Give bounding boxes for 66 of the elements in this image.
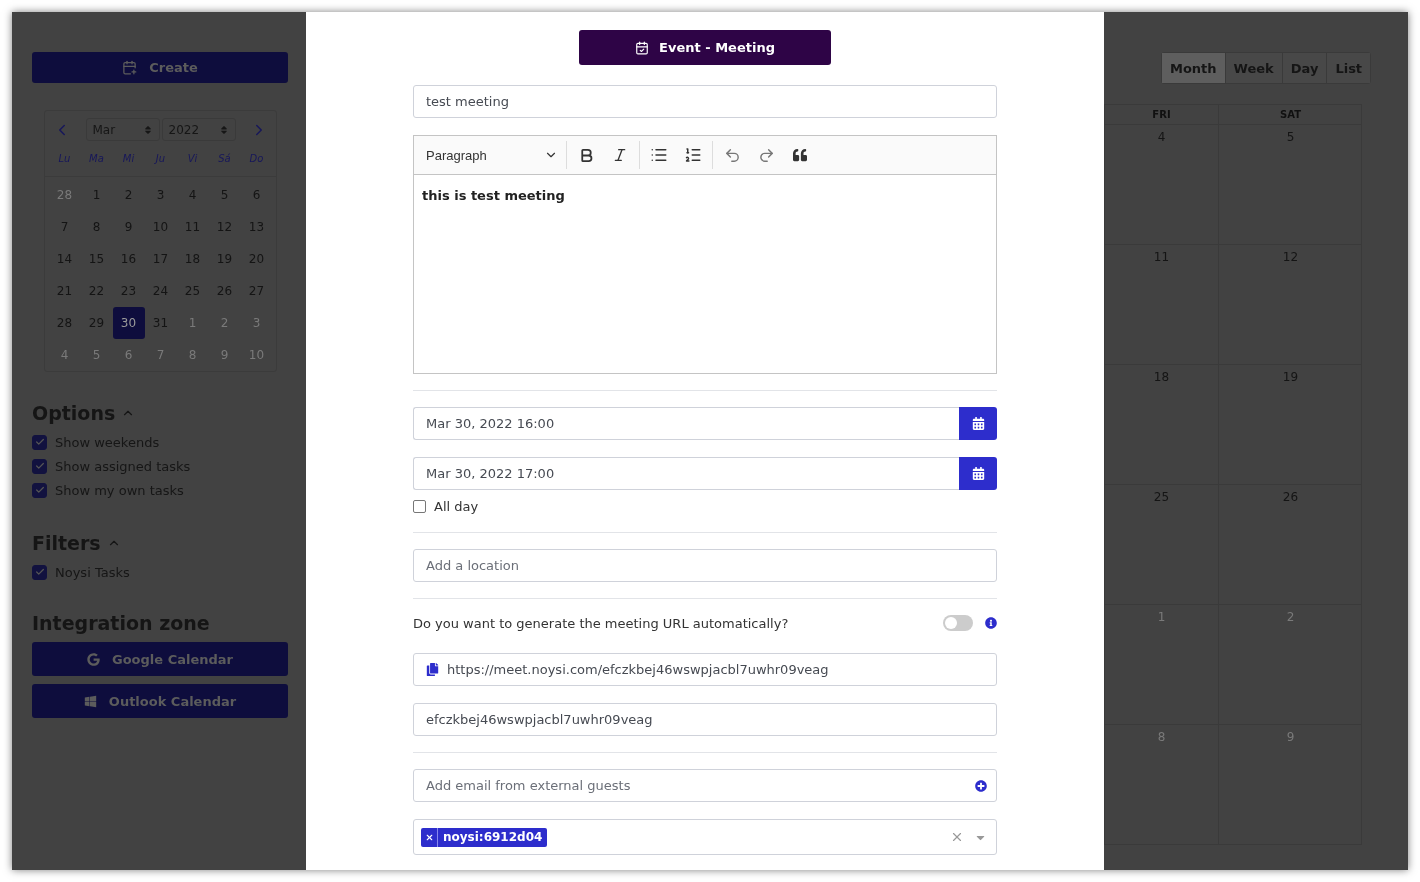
title-field[interactable]: test meeting xyxy=(413,85,997,118)
text-editor[interactable]: Paragraph this is test meeting xyxy=(413,135,997,374)
calendar-day[interactable]: 10 xyxy=(240,339,273,371)
redo-icon xyxy=(757,146,775,164)
day-cell[interactable]: 1 xyxy=(1104,605,1218,725)
check-icon xyxy=(34,567,45,577)
integration-button[interactable]: Google Calendar xyxy=(32,642,288,676)
day-cell[interactable]: 2 xyxy=(1218,605,1362,725)
calendar-day[interactable]: 8 xyxy=(176,339,209,371)
integration-button[interactable]: Outlook Calendar xyxy=(32,684,288,718)
checkbox[interactable] xyxy=(32,458,47,474)
calendar-day[interactable]: 1 xyxy=(176,307,209,339)
calendar-day[interactable]: 30 xyxy=(112,307,145,339)
question-text: Do you want to generate the meeting URL automatically? xyxy=(413,615,789,631)
sort-icon xyxy=(218,124,229,135)
checkbox[interactable] xyxy=(32,434,47,450)
numbered-list-icon xyxy=(684,146,702,164)
calendar-button[interactable] xyxy=(959,457,997,490)
calendar-plus-icon xyxy=(122,60,138,75)
guest-email-field[interactable]: Add email from external guests xyxy=(413,769,997,802)
checkbox[interactable] xyxy=(32,482,47,498)
paragraph-select[interactable]: Paragraph xyxy=(420,140,564,170)
calendar-icon xyxy=(971,467,985,480)
calendar-icon xyxy=(971,417,985,430)
quote-icon xyxy=(793,148,807,162)
undo-icon xyxy=(723,146,741,164)
meeting-code-field[interactable]: efczkbej46wswpjacbl7uwhr09veag xyxy=(413,703,997,736)
location-field[interactable]: Add a location xyxy=(413,549,997,582)
start-date-field[interactable]: Mar 30, 2022 16:00 xyxy=(413,407,959,440)
calendar-day[interactable]: 9 xyxy=(208,339,241,371)
calendar-day[interactable]: 6 xyxy=(112,339,145,371)
check-icon xyxy=(34,461,45,471)
windows-icon xyxy=(83,694,97,708)
day-cell[interactable]: 8 xyxy=(1104,725,1218,845)
checkbox-label: All day xyxy=(434,499,479,514)
calendar-check-icon xyxy=(635,40,650,55)
copy-icon[interactable] xyxy=(426,663,439,676)
day-cell[interactable]: 9 xyxy=(1218,725,1362,845)
add-icon[interactable] xyxy=(975,779,987,792)
italic-icon xyxy=(612,147,628,163)
editor-text: this is test meeting xyxy=(421,187,566,205)
google-icon xyxy=(87,652,100,666)
calendar-day[interactable]: 28 xyxy=(48,179,81,211)
view-tab[interactable]: Month xyxy=(1162,53,1225,83)
toggle-switch[interactable] xyxy=(943,615,973,631)
checkbox[interactable] xyxy=(413,500,426,513)
end-date-field[interactable]: Mar 30, 2022 17:00 xyxy=(413,457,959,490)
sort-icon xyxy=(142,124,153,135)
calendar-day[interactable]: 5 xyxy=(80,339,113,371)
create-button[interactable]: Create xyxy=(32,52,288,83)
calendar-day[interactable]: 7 xyxy=(144,339,177,371)
info-icon[interactable] xyxy=(985,617,997,629)
checkbox[interactable] xyxy=(32,564,47,580)
calendar-button[interactable] xyxy=(959,407,997,440)
calendar-day[interactable]: 4 xyxy=(48,339,81,371)
check-icon xyxy=(34,437,45,447)
close-icon xyxy=(424,832,434,842)
dialog-title: Event - Meeting xyxy=(579,30,831,65)
participants-select[interactable]: noysi:6912d04 xyxy=(413,819,997,855)
calendar-day[interactable]: 2 xyxy=(208,307,241,339)
calendar-day[interactable]: 3 xyxy=(240,307,273,339)
participant-tag: noysi:6912d04 xyxy=(421,827,548,847)
check-icon xyxy=(34,485,45,495)
meeting-url-field[interactable]: https://meet.noysi.com/efczkbej46wswpjacbl7uwhr09veag xyxy=(413,653,997,686)
clear-icon[interactable] xyxy=(950,830,964,844)
bullet-list-icon xyxy=(650,146,668,164)
